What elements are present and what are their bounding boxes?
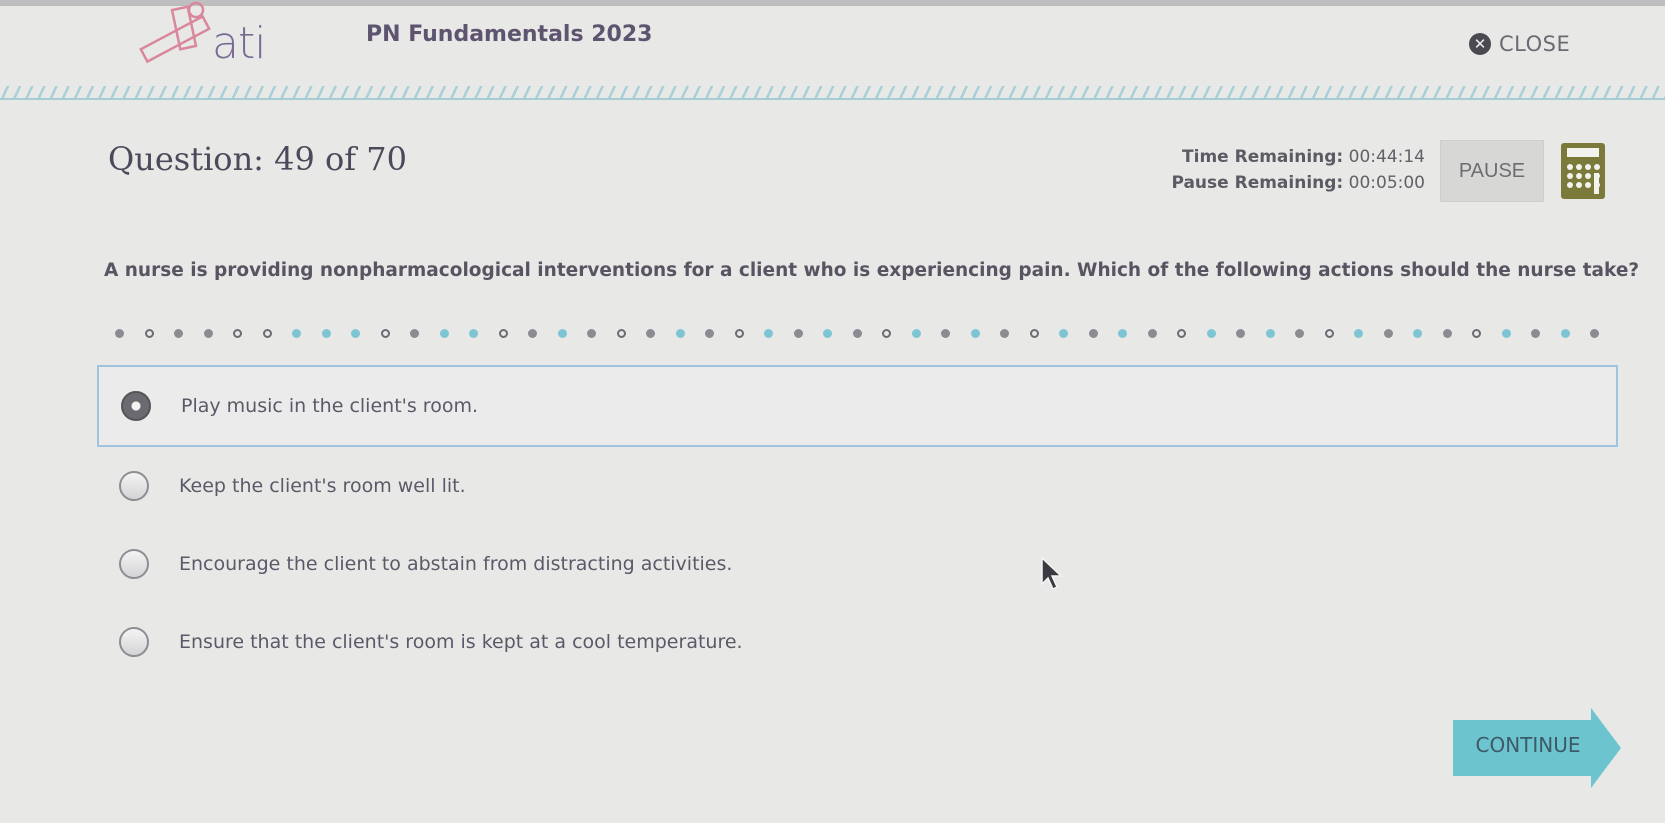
progress-dot-blue <box>321 329 331 338</box>
progress-dot-gray <box>1442 329 1452 338</box>
answer-option[interactable]: Ensure that the client's room is kept at… <box>97 603 1618 681</box>
progress-dot-blue <box>1059 329 1068 338</box>
progress-dot-blue <box>292 329 301 338</box>
progress-dot-blue <box>675 329 685 338</box>
calculator-button[interactable] <box>1561 143 1605 199</box>
answer-option-label: Play music in the client's room. <box>181 395 478 417</box>
answer-option[interactable]: Keep the client's room well lit. <box>97 447 1618 525</box>
progress-dot-blue <box>1206 329 1216 338</box>
app-title: PN Fundamentals 2023 <box>366 22 653 47</box>
progress-dot-ring <box>1472 329 1481 338</box>
progress-dot-blue <box>1560 329 1570 338</box>
progress-dot-gray <box>852 329 862 338</box>
progress-dot-blue <box>351 329 360 338</box>
pause-remaining-value: 00:05:00 <box>1348 173 1425 193</box>
answer-option-label: Keep the client's room well lit. <box>179 475 466 497</box>
progress-dot-gray <box>941 329 950 338</box>
progress-dot-blue <box>764 329 773 338</box>
answer-option-label: Encourage the client to abstain from dis… <box>179 553 733 575</box>
progress-dot-blue <box>823 329 832 338</box>
progress-dot-blue <box>557 329 567 338</box>
progress-dot-blue <box>1354 329 1363 338</box>
timers: Time Remaining: 00:44:14 Pause Remaining… <box>1150 144 1425 196</box>
pause-remaining-label: Pause Remaining: <box>1171 173 1344 193</box>
progress-dot-ring <box>1029 329 1039 338</box>
answer-option[interactable]: Play music in the client's room. <box>97 365 1618 447</box>
radio-unselected-icon[interactable] <box>119 471 149 501</box>
mouse-cursor-icon <box>1041 556 1063 591</box>
pause-remaining: Pause Remaining: 00:05:00 <box>1150 170 1425 196</box>
progress-dot-gray <box>646 329 655 338</box>
progress-dot-gray <box>587 329 596 338</box>
progress-dot-ring <box>734 329 744 338</box>
pause-button[interactable]: PAUSE <box>1440 140 1544 202</box>
progress-dot-gray <box>1236 329 1245 338</box>
progress-dot-gray <box>1383 329 1393 338</box>
time-remaining-label: Time Remaining: <box>1182 147 1344 167</box>
progress-dot-gray <box>1000 329 1009 338</box>
answer-option[interactable]: Encourage the client to abstain from dis… <box>97 525 1618 603</box>
radio-unselected-icon[interactable] <box>119 627 149 657</box>
progress-dot-blue <box>1118 329 1127 338</box>
progress-dots <box>0 326 1665 342</box>
progress-dot-ring <box>262 329 272 338</box>
progress-dot-gray <box>203 329 213 338</box>
progress-dot-gray <box>410 329 419 338</box>
continue-label: CONTINUE <box>1475 733 1581 757</box>
progress-dot-gray <box>1088 329 1098 338</box>
question-title: Question: 49 of 70 <box>108 140 408 178</box>
radio-selected-icon[interactable] <box>121 391 151 421</box>
close-icon: ✕ <box>1469 33 1491 55</box>
progress-dot-ring <box>498 329 508 338</box>
progress-dot-ring <box>1324 329 1334 338</box>
answer-options: Play music in the client's room. Keep the… <box>97 365 1618 681</box>
progress-dot-gray <box>115 329 124 338</box>
close-button[interactable]: ✕ CLOSE <box>1469 32 1570 56</box>
progress-dot-blue <box>469 329 478 338</box>
progress-dot-gray <box>174 329 183 338</box>
radio-unselected-icon[interactable] <box>119 549 149 579</box>
progress-dot-gray <box>528 329 537 338</box>
progress-dot-blue <box>911 329 921 338</box>
continue-button[interactable]: CONTINUE <box>1453 708 1623 788</box>
progress-dot-gray <box>1295 329 1304 338</box>
progress-dot-ring <box>616 329 626 338</box>
close-label: CLOSE <box>1499 32 1571 56</box>
header-divider <box>0 86 1665 100</box>
progress-dot-ring <box>1177 329 1186 338</box>
logo-text: ati <box>212 18 266 69</box>
time-remaining: Time Remaining: 00:44:14 <box>1150 144 1425 170</box>
progress-dot-blue <box>1501 329 1511 338</box>
question-text: A nurse is providing nonpharmacological … <box>104 260 1640 281</box>
progress-dot-gray <box>705 329 714 338</box>
progress-dot-blue <box>1265 329 1275 338</box>
progress-dot-ring <box>144 329 154 338</box>
time-remaining-value: 00:44:14 <box>1348 147 1425 167</box>
answer-option-label: Ensure that the client's room is kept at… <box>179 631 743 653</box>
progress-dot-blue <box>439 329 449 338</box>
progress-dot-ring <box>233 329 242 338</box>
progress-dot-gray <box>1590 329 1599 338</box>
progress-dot-gray <box>1531 329 1540 338</box>
progress-dot-ring <box>882 329 891 338</box>
progress-dot-blue <box>970 329 980 338</box>
progress-dot-gray <box>1147 329 1157 338</box>
progress-dot-gray <box>793 329 803 338</box>
progress-dot-blue <box>1413 329 1422 338</box>
progress-dot-ring <box>380 329 390 338</box>
